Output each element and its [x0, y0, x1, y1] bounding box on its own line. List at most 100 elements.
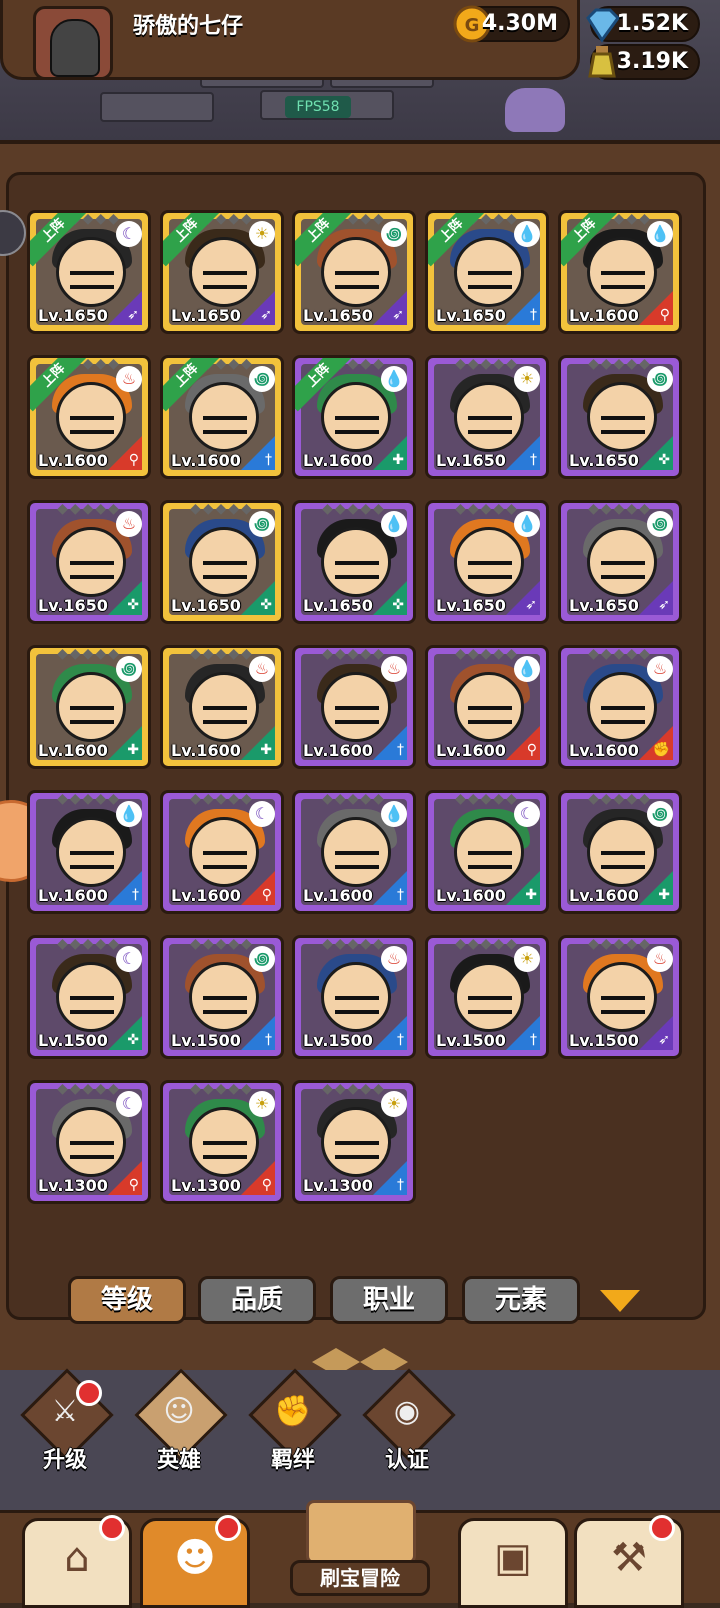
hero-level: Lv.1500: [569, 1031, 639, 1050]
expand-dropdown-icon[interactable]: [600, 1290, 640, 1312]
subnav-bond-button[interactable]: ✊ 羁绊: [248, 1368, 342, 1473]
hero-card[interactable]: ◆◆◆◆◆ ♨ ✊ Lv.1600: [558, 645, 682, 769]
hero-card[interactable]: ◆◆◆◆◆ ♨ ➶ Lv.1500: [558, 935, 682, 1059]
water-element-icon: 💧: [514, 511, 540, 537]
hero-eyes: [601, 271, 645, 289]
hero-card[interactable]: ◆◆◆◆◆ ☾ ✜ Lv.1500: [27, 935, 151, 1059]
hero-eyes: [335, 996, 379, 1014]
hero-card[interactable]: ◆◆◆◆◆ ♨ ✚ Lv.1600: [160, 645, 284, 769]
gold-amount: 4.30M: [481, 11, 558, 36]
sort-tab-level[interactable]: 等级: [68, 1276, 186, 1324]
hero-card[interactable]: ◆◆◆◆◆ ꩜ ➶ Lv.1650 上阵: [292, 210, 416, 334]
hero-eyes: [203, 996, 247, 1014]
hero-level: Lv.1600: [569, 886, 639, 905]
hero-card[interactable]: ◆◆◆◆◆ ꩜ ➶ Lv.1650: [558, 500, 682, 624]
shield-class-icon: ✚: [260, 742, 272, 758]
bow-class-icon: ➶: [658, 597, 670, 613]
svg-text:G: G: [465, 15, 480, 36]
hero-eyes: [335, 416, 379, 434]
hero-card[interactable]: ◆◆◆◆◆ ꩜ † Lv.1600 上阵: [160, 355, 284, 479]
hero-level: Lv.1650: [569, 451, 639, 470]
hero-card[interactable]: ◆◆◆◆◆ ☀ ⚲ Lv.1300: [160, 1080, 284, 1204]
hero-eyes: [601, 996, 645, 1014]
wind-element-icon: ꩜: [647, 801, 673, 827]
hero-card[interactable]: ◆◆◆◆◆ 💧 ⚲ Lv.1600: [425, 645, 549, 769]
hero-card[interactable]: ◆◆◆◆◆ ♨ † Lv.1600: [292, 645, 416, 769]
subnav-upgrade-label: 升级: [42, 1448, 87, 1473]
hero-card[interactable]: ◆◆◆◆◆ 💧 † Lv.1600: [292, 790, 416, 914]
hero-card[interactable]: ◆◆◆◆◆ ꩜ ✜ Lv.1650: [160, 500, 284, 624]
hero-card[interactable]: ◆◆◆◆◆ 💧 ✜ Lv.1650: [292, 500, 416, 624]
hero-card[interactable]: ◆◆◆◆◆ ☀ † Lv.1500: [425, 935, 549, 1059]
hero-card[interactable]: ◆◆◆◆◆ ☾ ⚲ Lv.1600: [160, 790, 284, 914]
hero-level: Lv.1300: [303, 1176, 373, 1195]
eye-icon: ◉: [393, 1394, 421, 1429]
bottom-nav-bag[interactable]: ▣: [458, 1518, 568, 1608]
handshake-icon: ✊: [274, 1394, 312, 1429]
hero-card[interactable]: ◆◆◆◆◆ ꩜ ✚ Lv.1600: [27, 645, 151, 769]
hero-card[interactable]: ◆◆◆◆◆ ☾ ➶ Lv.1650 上阵: [27, 210, 151, 334]
sword-class-icon: †: [397, 742, 404, 758]
hero-card[interactable]: ◆◆◆◆◆ ☀ † Lv.1650: [425, 355, 549, 479]
hero-level: Lv.1650: [171, 596, 241, 615]
hero-card[interactable]: ◆◆◆◆◆ ☾ ✚ Lv.1600: [425, 790, 549, 914]
hero-card[interactable]: ◆◆◆◆◆ ꩜ ✜ Lv.1650: [558, 355, 682, 479]
player-avatar[interactable]: [33, 6, 113, 80]
bottom-nav-heroes[interactable]: ☻: [140, 1515, 250, 1608]
hero-level: Lv.1650: [436, 596, 506, 615]
hero-level: Lv.1600: [303, 741, 373, 760]
knight-helmet-icon: [50, 19, 100, 77]
hero-card[interactable]: ◆◆◆◆◆ ♨ ⚲ Lv.1600 上阵: [27, 355, 151, 479]
support-class-icon: ✜: [127, 597, 139, 613]
hero-eyes: [468, 416, 512, 434]
subnav-hero-button[interactable]: ☺ 英雄: [134, 1368, 228, 1473]
subnav-bond-label: 羁绊: [270, 1448, 315, 1473]
staff-class-icon: ⚲: [261, 1177, 272, 1193]
hero-card[interactable]: ◆◆◆◆◆ ☾ ⚲ Lv.1300: [27, 1080, 151, 1204]
hero-eyes: [468, 996, 512, 1014]
gold-counter[interactable]: G 4.30M: [453, 5, 570, 43]
wind-element-icon: ꩜: [116, 656, 142, 682]
wind-element-icon: ꩜: [249, 946, 275, 972]
hero-card[interactable]: ◆◆◆◆◆ ☀ ➶ Lv.1650 上阵: [160, 210, 284, 334]
hero-card[interactable]: ◆◆◆◆◆ 💧 ✚ Lv.1600 上阵: [292, 355, 416, 479]
sort-tab-class[interactable]: 职业: [330, 1276, 448, 1324]
hero-eyes: [203, 271, 247, 289]
hero-card[interactable]: ◆◆◆◆◆ ꩜ † Lv.1500: [160, 935, 284, 1059]
potion-counter[interactable]: 3.19K: [588, 44, 700, 80]
bottom-nav-shop[interactable]: ⌂: [22, 1515, 132, 1608]
sort-tab-element[interactable]: 元素: [462, 1276, 580, 1324]
hero-eyes: [468, 271, 512, 289]
hero-card[interactable]: ◆◆◆◆◆ ♨ † Lv.1500: [292, 935, 416, 1059]
sun-element-icon: ☀: [514, 946, 540, 972]
gem-counter[interactable]: 1.52K: [586, 6, 700, 43]
hero-card[interactable]: ◆◆◆◆◆ 💧 † Lv.1600: [27, 790, 151, 914]
fist-class-icon: ✊: [652, 742, 670, 758]
hero-card[interactable]: ◆◆◆◆◆ ☀ † Lv.1300: [292, 1080, 416, 1204]
hero-level: Lv.1650: [38, 306, 108, 325]
wind-element-icon: ꩜: [249, 511, 275, 537]
hero-eyes: [70, 706, 114, 724]
hero-card[interactable]: ◆◆◆◆◆ ꩜ ✚ Lv.1600: [558, 790, 682, 914]
moon-element-icon: ☾: [249, 801, 275, 827]
hero-level: Lv.1300: [38, 1176, 108, 1195]
hero-card[interactable]: ◆◆◆◆◆ 💧 † Lv.1650 上阵: [425, 210, 549, 334]
hero-card[interactable]: ◆◆◆◆◆ ♨ ✜ Lv.1650: [27, 500, 151, 624]
sword-class-icon: †: [397, 887, 404, 903]
bottom-nav-forge[interactable]: ⚒: [574, 1515, 684, 1608]
hero-level: Lv.1650: [436, 306, 506, 325]
hero-eyes: [70, 1141, 114, 1159]
hero-card[interactable]: ◆◆◆◆◆ 💧 ⚲ Lv.1600 上阵: [558, 210, 682, 334]
sort-tab-quality[interactable]: 品质: [198, 1276, 316, 1324]
subnav-certify-button[interactable]: ◉ 认证: [362, 1368, 456, 1473]
wind-element-icon: ꩜: [249, 366, 275, 392]
hero-level: Lv.1600: [436, 741, 506, 760]
hero-level: Lv.1600: [38, 741, 108, 760]
hero-level: Lv.1600: [303, 451, 373, 470]
bottom-nav-adventure[interactable]: 刷宝冒险: [270, 1500, 450, 1600]
hero-level: Lv.1600: [303, 886, 373, 905]
hero-level: Lv.1650: [171, 306, 241, 325]
hero-card[interactable]: ◆◆◆◆◆ 💧 ➶ Lv.1650: [425, 500, 549, 624]
subnav-hero-label: 英雄: [156, 1448, 201, 1473]
subnav-upgrade-button[interactable]: ⚔ 升级: [20, 1368, 114, 1473]
